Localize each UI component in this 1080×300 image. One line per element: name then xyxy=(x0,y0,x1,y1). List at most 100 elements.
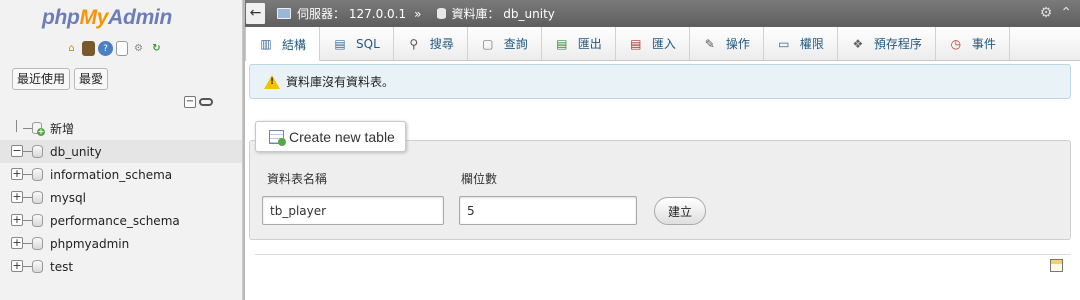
tree-item-db-unity[interactable]: − db_unity xyxy=(0,140,242,163)
create-button[interactable]: 建立 xyxy=(654,197,706,225)
tree-item-label: db_unity xyxy=(50,144,102,159)
tab-label: 匯出 xyxy=(577,37,602,51)
tab-search[interactable]: ⚲ 搜尋 xyxy=(394,27,468,60)
logo-text-php: php xyxy=(42,6,80,29)
table-name-label: 資料表名稱 xyxy=(267,172,328,186)
collapse-topbar-icon[interactable]: ⌃ xyxy=(1060,5,1072,21)
privileges-icon: ▭ xyxy=(778,36,790,51)
search-icon: ⚲ xyxy=(409,36,419,51)
tree-item-label: 新增 xyxy=(50,122,75,136)
query-icon: ▢ xyxy=(482,36,494,51)
help-icon[interactable]: ? xyxy=(98,41,113,56)
warning-icon: ! xyxy=(264,74,280,89)
exit-icon[interactable] xyxy=(82,41,95,56)
tree-item-test[interactable]: + test xyxy=(0,255,242,278)
recent-button[interactable]: 最近使用 xyxy=(12,68,71,90)
expand-icon[interactable]: + xyxy=(11,191,23,203)
collapse-icon[interactable]: − xyxy=(11,145,23,157)
tab-label: 權限 xyxy=(799,37,824,51)
notice-message: ! 資料庫沒有資料表。 xyxy=(249,64,1071,99)
structure-icon: ▥ xyxy=(260,37,272,51)
top-right-controls: ⚙ ⌃ xyxy=(1040,5,1072,21)
toggle-navigation-arrow-icon[interactable]: ← xyxy=(246,3,265,24)
expand-icon[interactable]: + xyxy=(11,214,23,226)
export-icon: ▤ xyxy=(556,36,568,51)
tab-privileges[interactable]: ▭ 權限 xyxy=(764,27,838,60)
tree-item-mysql[interactable]: + mysql xyxy=(0,186,242,209)
breadcrumb-server[interactable]: 伺服器： 127.0.0.1 xyxy=(297,5,406,22)
sidebar-tab-row: 最近使用 最愛 xyxy=(12,68,109,90)
tree-item-information-schema[interactable]: + information_schema xyxy=(0,163,242,186)
breadcrumb-bar: ← 伺服器： 127.0.0.1 » 資料庫： db_unity ⚙ ⌃ xyxy=(245,0,1080,27)
tab-operations[interactable]: ✎ 操作 xyxy=(690,27,764,60)
logo-text-admin: Admin xyxy=(108,6,172,29)
tree-item-label: phpmyadmin xyxy=(50,236,130,251)
tree-item-label: test xyxy=(50,259,74,274)
database-icon xyxy=(32,260,43,273)
collapse-all-icon[interactable]: − xyxy=(184,96,196,108)
tree-connector xyxy=(23,243,32,244)
tree-item-label: information_schema xyxy=(50,167,173,182)
table-name-input[interactable] xyxy=(262,196,444,225)
tree-connector xyxy=(23,266,32,267)
home-icon[interactable]: ⌂ xyxy=(64,41,79,56)
database-icon xyxy=(32,168,43,181)
new-table-icon xyxy=(269,129,286,146)
tree-item-label: mysql xyxy=(50,190,86,205)
tab-sql[interactable]: ▤ SQL xyxy=(320,27,394,60)
reload-icon[interactable]: ↻ xyxy=(149,41,164,56)
tree-connector xyxy=(23,197,32,198)
settings-icon[interactable]: ⚙ xyxy=(131,41,146,56)
expand-icon[interactable]: + xyxy=(11,237,23,249)
tab-query[interactable]: ▢ 查詢 xyxy=(468,27,542,60)
tab-label: 預存程序 xyxy=(873,37,922,51)
docs-icon[interactable] xyxy=(116,41,128,56)
link-with-main-icon[interactable] xyxy=(199,98,213,106)
tab-events[interactable]: ◷ 事件 xyxy=(936,27,1010,60)
database-tree: + 新增 − db_unity + information_schema + m… xyxy=(0,117,242,278)
notice-text: 資料庫沒有資料表。 xyxy=(286,75,395,89)
create-table-title: Create new table xyxy=(289,128,395,145)
new-database-icon: + xyxy=(31,122,45,136)
database-icon xyxy=(437,8,447,19)
tree-item-label: performance_schema xyxy=(50,213,180,228)
routines-icon: ❖ xyxy=(852,36,864,51)
database-icon xyxy=(32,214,43,227)
favorites-button[interactable]: 最愛 xyxy=(74,68,109,90)
page-settings-icon[interactable]: ⚙ xyxy=(1040,5,1053,21)
breadcrumb-database[interactable]: 資料庫： db_unity xyxy=(451,5,554,22)
expand-icon[interactable]: + xyxy=(11,260,23,272)
column-count-input[interactable] xyxy=(459,196,637,225)
tree-item-performance-schema[interactable]: + performance_schema xyxy=(0,209,242,232)
tab-import[interactable]: ▤ 匯入 xyxy=(616,27,690,60)
expand-icon[interactable]: + xyxy=(11,168,23,180)
database-label: 資料庫： xyxy=(451,7,500,21)
tab-label: 搜尋 xyxy=(429,37,454,51)
tab-label: 查詢 xyxy=(503,37,528,51)
phpmyadmin-logo[interactable]: phpMyAdmin xyxy=(42,6,172,30)
tab-label: 操作 xyxy=(725,37,750,51)
tree-connector xyxy=(23,174,32,175)
create-table-legend: Create new table xyxy=(255,121,406,152)
console-icon[interactable] xyxy=(1050,259,1063,272)
tab-export[interactable]: ▤ 匯出 xyxy=(542,27,616,60)
logo-text-my: My xyxy=(79,6,109,29)
tree-item-new[interactable]: + 新增 xyxy=(0,117,242,140)
tab-label: SQL xyxy=(356,36,380,51)
database-value: db_unity xyxy=(503,7,555,21)
tab-structure[interactable]: ▥ 結構 xyxy=(245,27,321,61)
clock-icon: ◷ xyxy=(950,36,962,51)
server-value: 127.0.0.1 xyxy=(348,7,407,21)
tab-label: 結構 xyxy=(282,37,307,52)
tree-connector xyxy=(23,151,32,152)
create-table-fieldset xyxy=(249,140,1071,240)
divider xyxy=(255,254,1071,255)
column-count-label: 欄位數 xyxy=(461,172,498,186)
tree-item-phpmyadmin[interactable]: + phpmyadmin xyxy=(0,232,242,255)
database-icon xyxy=(32,237,43,250)
sql-icon: ▤ xyxy=(334,36,346,51)
quick-links: ⌂ ? ⚙ ↻ xyxy=(64,41,164,56)
tab-routines[interactable]: ❖ 預存程序 xyxy=(838,27,936,60)
import-icon: ▤ xyxy=(630,36,642,51)
tree-connector xyxy=(23,220,32,221)
